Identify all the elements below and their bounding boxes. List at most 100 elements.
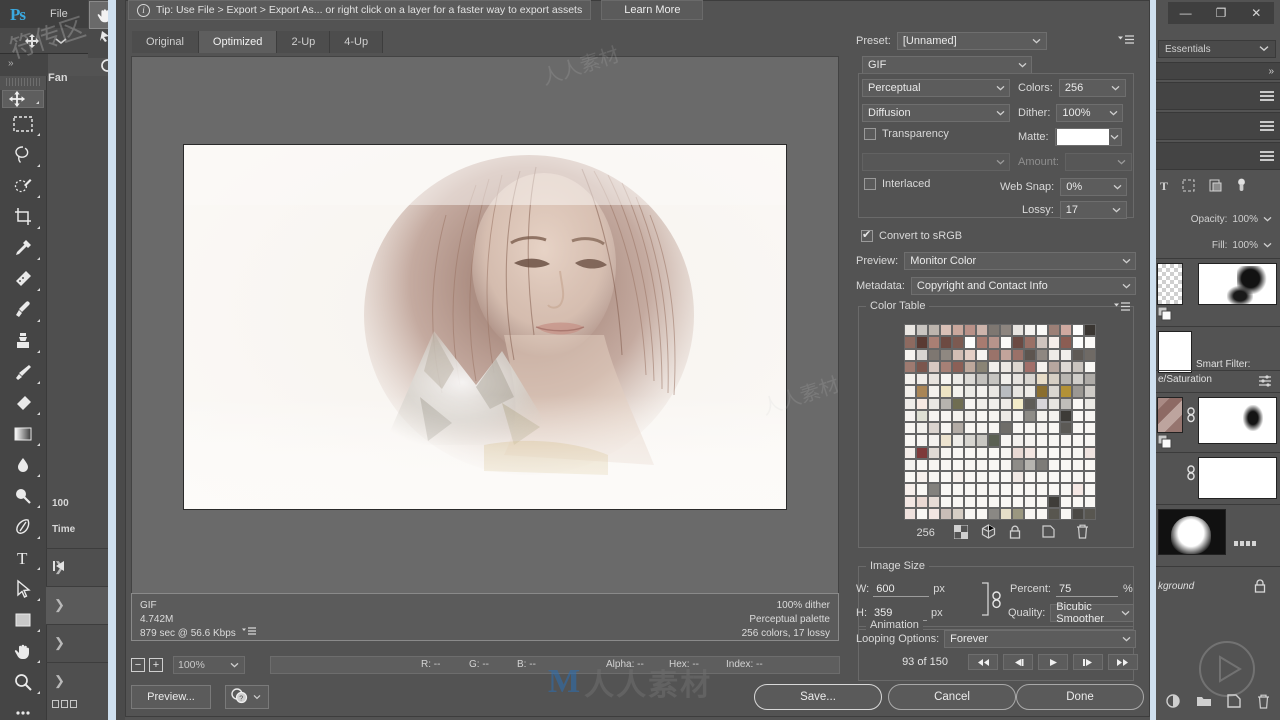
color-swatch[interactable] bbox=[1036, 409, 1048, 422]
color-swatch[interactable] bbox=[904, 422, 916, 435]
color-swatch[interactable] bbox=[1048, 458, 1060, 471]
color-swatch[interactable] bbox=[1060, 409, 1072, 422]
color-swatch[interactable] bbox=[1024, 483, 1036, 496]
link-chain-icon[interactable] bbox=[991, 591, 1002, 612]
toolbar-grip[interactable] bbox=[6, 78, 42, 86]
color-swatch[interactable] bbox=[976, 336, 988, 349]
colors-select[interactable]: 256 bbox=[1058, 79, 1126, 97]
color-swatch[interactable] bbox=[904, 348, 916, 361]
color-swatch[interactable] bbox=[988, 434, 1000, 447]
color-swatch[interactable] bbox=[952, 422, 964, 435]
panel-menu-icon[interactable] bbox=[1260, 151, 1274, 161]
tool-path-selection[interactable] bbox=[2, 573, 44, 604]
color-swatch[interactable] bbox=[1024, 360, 1036, 373]
next-frame-button[interactable] bbox=[1073, 654, 1103, 670]
color-swatch[interactable] bbox=[976, 348, 988, 361]
new-layer-icon[interactable] bbox=[1227, 694, 1242, 712]
color-swatch[interactable] bbox=[904, 446, 916, 459]
fill-row[interactable]: Fill: 100% bbox=[1156, 234, 1280, 256]
timeline-row-3[interactable]: ❯ bbox=[46, 624, 108, 662]
color-table-grid[interactable] bbox=[904, 324, 1096, 520]
delete-layer-icon[interactable] bbox=[1257, 694, 1270, 712]
color-swatch[interactable] bbox=[928, 324, 940, 337]
tool-type[interactable]: T bbox=[2, 542, 44, 573]
color-swatch[interactable] bbox=[1036, 385, 1048, 398]
color-swatch[interactable] bbox=[916, 336, 928, 349]
new-adjustment-layer-icon[interactable] bbox=[1166, 694, 1180, 712]
color-swatch[interactable] bbox=[928, 409, 940, 422]
preview-canvas[interactable] bbox=[131, 56, 839, 640]
color-swatch[interactable] bbox=[1036, 397, 1048, 410]
color-swatch[interactable] bbox=[1000, 373, 1012, 386]
color-swatch[interactable] bbox=[964, 458, 976, 471]
color-swatch[interactable] bbox=[1084, 507, 1096, 520]
maximize-button[interactable]: ❐ bbox=[1207, 3, 1235, 23]
preset-select[interactable]: [Unnamed] bbox=[896, 32, 1047, 50]
learn-more-button[interactable]: Learn More bbox=[601, 0, 704, 20]
zoom-out-button[interactable]: − bbox=[131, 658, 145, 672]
color-swatch[interactable] bbox=[940, 385, 952, 398]
color-swatch[interactable] bbox=[940, 324, 952, 337]
color-swatch[interactable] bbox=[1060, 422, 1072, 435]
color-swatch[interactable] bbox=[1048, 434, 1060, 447]
tool-hand[interactable] bbox=[2, 635, 44, 666]
color-swatch[interactable] bbox=[976, 446, 988, 459]
color-swatch[interactable] bbox=[988, 409, 1000, 422]
tool-eraser[interactable] bbox=[2, 387, 44, 418]
color-swatch[interactable] bbox=[988, 495, 1000, 508]
color-swatch[interactable] bbox=[1084, 348, 1096, 361]
color-swatch[interactable] bbox=[1060, 373, 1072, 386]
color-swatch[interactable] bbox=[916, 397, 928, 410]
color-swatch[interactable] bbox=[1084, 324, 1096, 337]
color-swatch[interactable] bbox=[916, 360, 928, 373]
color-swatch[interactable] bbox=[1048, 495, 1060, 508]
color-swatch[interactable] bbox=[916, 422, 928, 435]
tool-crop[interactable] bbox=[2, 201, 44, 232]
panel-menu-icon[interactable] bbox=[1260, 91, 1274, 101]
color-swatch[interactable] bbox=[964, 495, 976, 508]
panel-color[interactable] bbox=[1156, 82, 1280, 110]
color-swatch[interactable] bbox=[988, 348, 1000, 361]
color-swatch[interactable] bbox=[1012, 360, 1024, 373]
color-swatch[interactable] bbox=[952, 458, 964, 471]
opacity-value[interactable]: 100% bbox=[1232, 214, 1258, 225]
color-swatch[interactable] bbox=[988, 336, 1000, 349]
color-swatch[interactable] bbox=[988, 360, 1000, 373]
color-swatch[interactable] bbox=[1036, 373, 1048, 386]
color-swatch[interactable] bbox=[1084, 336, 1096, 349]
done-button[interactable]: Done bbox=[1016, 684, 1144, 710]
color-swatch[interactable] bbox=[976, 324, 988, 337]
smart-object-filter-icon[interactable] bbox=[1209, 179, 1222, 195]
adjustment-sliders-icon[interactable] bbox=[1258, 375, 1272, 390]
color-swatch[interactable] bbox=[1012, 336, 1024, 349]
color-swatch[interactable] bbox=[1000, 422, 1012, 435]
color-swatch[interactable] bbox=[1084, 434, 1096, 447]
cancel-button[interactable]: Cancel bbox=[888, 684, 1016, 710]
color-swatch[interactable] bbox=[952, 373, 964, 386]
color-swatch[interactable] bbox=[1036, 495, 1048, 508]
panel-expand-row[interactable]: » bbox=[1156, 62, 1280, 80]
color-swatch[interactable] bbox=[988, 373, 1000, 386]
text-layer-filter-icon[interactable]: T bbox=[1160, 179, 1168, 194]
tool-quick-selection[interactable] bbox=[2, 170, 44, 201]
color-swatch[interactable] bbox=[1000, 360, 1012, 373]
download-speed-menu-icon[interactable] bbox=[241, 627, 256, 641]
color-swatch[interactable] bbox=[964, 409, 976, 422]
color-swatch[interactable] bbox=[988, 324, 1000, 337]
visibility-filter-icon[interactable] bbox=[1236, 178, 1247, 195]
color-swatch[interactable] bbox=[940, 373, 952, 386]
color-swatch[interactable] bbox=[940, 471, 952, 484]
color-swatch[interactable] bbox=[1012, 409, 1024, 422]
color-swatch[interactable] bbox=[1084, 495, 1096, 508]
new-group-icon[interactable] bbox=[1196, 694, 1212, 712]
color-swatch[interactable] bbox=[1060, 324, 1072, 337]
color-swatch[interactable] bbox=[1036, 434, 1048, 447]
layer-row-5[interactable] bbox=[1156, 504, 1280, 558]
color-swatch[interactable] bbox=[952, 385, 964, 398]
color-swatch[interactable] bbox=[964, 483, 976, 496]
dither-amount-select[interactable]: 100% bbox=[1056, 104, 1124, 122]
color-swatch[interactable] bbox=[1000, 434, 1012, 447]
color-swatch[interactable] bbox=[1012, 434, 1024, 447]
layer-row-adjustment[interactable]: e/Saturation bbox=[1156, 370, 1280, 392]
matte-select[interactable] bbox=[1054, 128, 1122, 146]
